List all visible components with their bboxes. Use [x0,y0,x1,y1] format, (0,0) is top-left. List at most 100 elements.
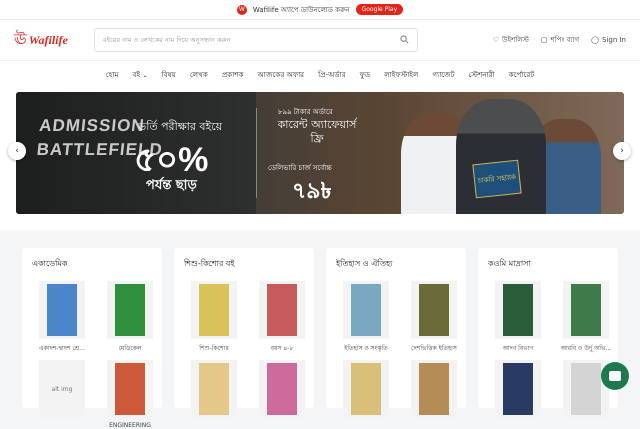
wafilife-logo[interactable]: ঊ Wafilife [14,28,84,53]
carousel-prev-button[interactable]: ‹ [8,142,26,160]
book-cover-image [267,363,297,415]
book-cover[interactable]: alt img [39,360,85,418]
book-item[interactable]: ENGINEERING [100,360,160,429]
book-item[interactable]: বয়স ৪-৮ [252,281,312,354]
hero-banner-section: ADMISSION BATTLEFIELD ভর্তি পরীক্ষার বইয… [0,90,640,230]
book-cover[interactable] [191,360,237,418]
book-cover-image [115,363,145,415]
book-cover-image [503,284,533,336]
banner-min-order: ৮৯৯ টাকার অর্ডারে [278,108,333,116]
search-input[interactable]: বইয়ের নাম ও লেখকের নাম দিয়ে অনুসন্ধান … [94,28,418,52]
book-name[interactable]: আদব বিভাগ [488,343,548,354]
book-item[interactable]: শিশু-কিশোর [184,281,244,354]
category-card: কওমি মাদ্রাসা আদব বিভাগ আরবি ও উর্দু অভি..… [478,248,618,418]
book-item[interactable]: alt img [32,360,92,429]
book-name[interactable]: ENGINEERING [100,422,160,429]
cart-link[interactable]: ▢ শপিং ব্যাগ [541,34,579,46]
book-cover[interactable] [563,281,609,339]
nav-item-lifestyle[interactable]: লাইফস্টাইল [384,70,418,82]
carousel-next-button[interactable]: › [613,142,631,160]
banner-offer-line3: পর্যন্ত ছাড় [146,178,197,193]
book-cover[interactable] [39,281,85,339]
book-name[interactable]: আরবি ও উর্দু অভি... [556,343,616,354]
book-cover[interactable] [343,360,389,418]
book-item[interactable] [336,360,396,418]
book-cover-image [351,284,381,336]
book-item[interactable]: আদব বিভাগ [488,281,548,354]
banner-free-offer: কারেন্ট অ্যাফেয়ার্স ফ্রি [277,118,357,145]
book-item[interactable]: মেডিকেল [100,281,160,354]
book-item[interactable] [252,360,312,418]
search-icon[interactable] [400,34,409,46]
book-cover-image [199,363,229,415]
book-item[interactable] [488,360,548,418]
book-item[interactable] [404,360,464,418]
user-icon: ◯ [591,36,599,44]
nav-item-corporate[interactable]: কর্পোরেট [509,70,535,82]
book-cover[interactable] [191,281,237,339]
banner-headline: ADMISSION BATTLEFIELD [35,116,164,159]
category-card: ইতিহাস ও ঐতিহ্য ইতিহাস ও সংস্কৃতি দেশভিত্ত… [326,248,466,418]
nav-item-gadget[interactable]: গ্যাজেট [432,70,454,82]
book-name[interactable]: একাদশ-দ্বাদশ শ্রে... [32,343,92,354]
book-name[interactable]: ইতিহাস ও সংস্কৃতি [336,343,396,354]
nav-item-books[interactable]: বই ⌄ [133,70,148,82]
google-play-button[interactable]: Google Play [355,4,404,15]
search-placeholder: বইয়ের নাম ও লেখকের নাম দিয়ে অনুসন্ধান … [103,35,231,44]
banner-divider [256,108,257,198]
hero-banner[interactable]: ADMISSION BATTLEFIELD ভর্তি পরীক্ষার বইয… [16,92,624,214]
category-card: শিশু-কিশোর বই শিশু-কিশোর বয়স ৪-৮ [174,248,314,418]
app-download-bar: W Wafilife অ্যাপে ডাউনলোড করুন Google Pl… [0,0,640,20]
nav-item-todays-offer[interactable]: আজকের অফার [258,70,304,82]
logo-mark-icon: ঊ [14,29,27,48]
chevron-down-icon: ⌄ [142,71,148,79]
chat-button[interactable] [601,362,629,390]
nav-item-food[interactable]: ফুড [360,70,371,82]
book-name[interactable]: মেডিকেল [100,343,160,354]
book-cover-image [47,284,77,336]
book-item[interactable] [184,360,244,418]
app-download-text: Wafilife অ্যাপে ডাউনলোড করুন [252,5,350,14]
heart-icon: ♡ [492,36,500,44]
banner-person-soldier [456,99,546,214]
book-cover-image [571,284,601,336]
book-cover[interactable] [495,360,541,418]
category-title[interactable]: কওমি মাদ্রাসা [488,258,608,271]
book-cover[interactable] [107,281,153,339]
nav-item-publishers[interactable]: প্রকাশক [222,70,244,82]
book-cover[interactable] [343,281,389,339]
category-title[interactable]: ইতিহাস ও ঐতিহ্য [336,258,456,271]
main-nav: হোম বই ⌄ বিষয় লেখক প্রকাশক আজকের অফার প… [0,60,640,90]
book-item[interactable]: দেশভিত্তিক ইতিহাস [404,281,464,354]
book-cover[interactable] [411,360,457,418]
signin-link[interactable]: ◯ Sign In [591,36,626,44]
book-cover-image [419,363,449,415]
book-item[interactable]: ইতিহাস ও সংস্কৃতি [336,281,396,354]
book-name[interactable]: শিশু-কিশোর [184,343,244,354]
nav-item-subjects[interactable]: বিষয় [162,70,176,82]
book-cover-image [571,363,601,415]
wishlist-link[interactable]: ♡ উইশলিস্ট [493,34,529,46]
nav-item-authors[interactable]: লেখক [190,70,208,82]
banner-delivery-price: ৭৯৳ [292,179,332,204]
wishlist-label: উইশলিস্ট [502,36,529,44]
book-cover[interactable] [259,360,305,418]
nav-item-home[interactable]: হোম [106,70,119,82]
nav-item-preorder[interactable]: প্রি-অর্ডার [318,70,346,82]
logo-text: Wafilife [28,32,68,47]
book-name[interactable]: দেশভিত্তিক ইতিহাস [404,343,464,354]
book-cover-image [199,284,229,336]
book-cover[interactable] [495,281,541,339]
book-cover-image [267,284,297,336]
book-name[interactable]: বয়স ৪-৮ [252,343,312,354]
nav-item-stationery[interactable]: স্টেশনারী [469,70,495,82]
book-item[interactable]: আরবি ও উর্দু অভি... [556,281,616,354]
book-cover[interactable] [107,360,153,418]
book-cover[interactable] [259,281,305,339]
category-title[interactable]: শিশু-কিশোর বই [184,258,304,271]
category-title[interactable]: একাডেমিক [32,258,152,271]
book-cover-image [351,363,381,415]
book-item[interactable]: একাদশ-দ্বাদশ শ্রে... [32,281,92,354]
category-card: একাডেমিক একাদশ-দ্বাদশ শ্রে... মেডিকেল alt i… [22,248,162,429]
book-cover[interactable] [411,281,457,339]
